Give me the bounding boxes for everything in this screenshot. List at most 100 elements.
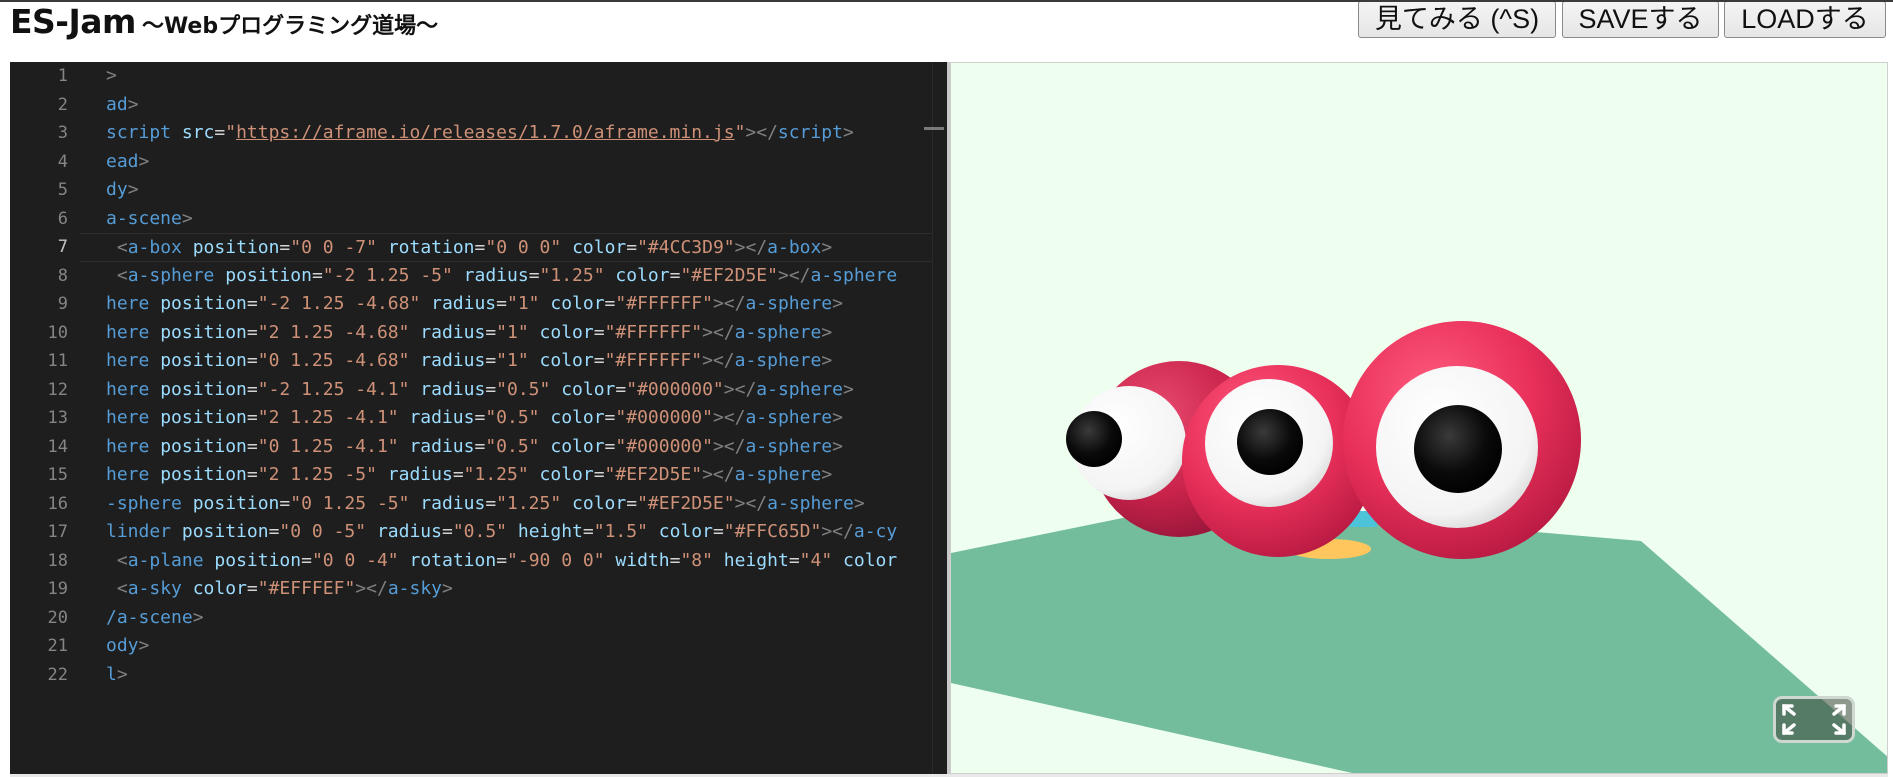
code-token: "#000000"	[626, 378, 724, 400]
code-token: >	[127, 179, 139, 200]
code-token: "#FFFFFF"	[615, 293, 713, 314]
code-token: >	[853, 492, 865, 514]
code-token: =	[246, 435, 258, 457]
code-token: "1"	[496, 321, 540, 343]
code-token: =	[246, 378, 258, 400]
code-token: =	[669, 549, 681, 571]
code-token: "#000000"	[615, 407, 713, 428]
code-line[interactable]: <a-sky color="#EFFFEF"></a-sky>	[106, 575, 453, 604]
code-token: a-sky	[387, 578, 442, 599]
eye-right-pupil	[1414, 405, 1502, 493]
code-token: >	[843, 378, 854, 400]
code-token: a-plane	[127, 549, 215, 571]
code-token: ></	[702, 464, 735, 485]
code-line[interactable]: a-scene>	[106, 205, 193, 234]
code-line[interactable]: here position="-2 1.25 -4.1" radius="0.5…	[106, 376, 854, 405]
line-number: 9	[57, 294, 68, 314]
code-token: color	[192, 578, 247, 599]
code-editor[interactable]: 1 2 3 4 5 6 7 8 9 10 11 12 13 14 15 16 17 18 19 20 21 22 > ad>…	[10, 62, 947, 774]
code-token: a-sphere	[767, 492, 854, 514]
code-line[interactable]: here position="2 1.25 -4.68" radius="1" …	[106, 319, 832, 348]
code-line[interactable]: ead>	[106, 148, 149, 177]
code-token: =	[712, 521, 724, 542]
code-token: >	[138, 635, 150, 656]
code-token: color	[843, 549, 898, 571]
code-token: "#EF2D5E"	[680, 264, 778, 286]
code-token: =	[214, 122, 226, 143]
code-token: ></	[745, 122, 778, 143]
code-token: a-sky	[127, 578, 193, 599]
code-line[interactable]: <a-sphere position="-2 1.25 -5" radius="…	[106, 262, 897, 291]
line-number: 19	[47, 579, 68, 599]
code-line[interactable]: -sphere position="0 1.25 -5" radius="1.2…	[106, 490, 865, 519]
code-line[interactable]: l>	[106, 661, 128, 690]
code-token: =	[604, 435, 616, 457]
code-line[interactable]: <a-box position="0 0 -7" rotation="0 0 0…	[80, 233, 947, 262]
code-token: =	[452, 464, 464, 485]
code-token: color	[572, 237, 627, 258]
code-token: /a-scene	[106, 606, 193, 628]
code-token: ></	[734, 492, 768, 514]
code-line[interactable]: /a-scene>	[106, 604, 204, 633]
code-token: >	[821, 464, 833, 485]
line-number: 10	[47, 322, 68, 343]
code-token: color	[539, 321, 594, 343]
code-line[interactable]: ody>	[106, 632, 149, 661]
code-token: height	[723, 549, 789, 571]
code-token: =	[593, 464, 605, 485]
code-line[interactable]: linder position="0 0 -5" radius="0.5" he…	[106, 518, 897, 547]
code-token: "1"	[507, 293, 551, 314]
code-line[interactable]: here position="2 1.25 -5" radius="1.25" …	[106, 461, 832, 490]
line-number: 2	[57, 94, 68, 115]
line-number: 7	[57, 237, 68, 257]
code-token: "0.5"	[452, 521, 518, 542]
code-token: radius	[409, 407, 475, 428]
editor-vertical-scrollbar[interactable]	[932, 62, 947, 774]
code-token: script	[777, 122, 843, 143]
code-line[interactable]: dy>	[106, 176, 139, 205]
code-token: "2 1.25 -5"	[257, 464, 388, 485]
code-token: =	[246, 293, 258, 314]
code-token: =	[593, 350, 605, 371]
code-token: ad	[106, 93, 128, 115]
code-token: "-90 0 0"	[507, 549, 616, 571]
line-number: 17	[47, 522, 68, 542]
sphere-right	[1343, 321, 1581, 559]
code-token: =	[788, 549, 800, 571]
code-line[interactable]: here position="0 1.25 -4.68" radius="1" …	[106, 347, 832, 376]
load-button[interactable]: LOADする	[1724, 1, 1886, 38]
code-token: here	[106, 350, 161, 371]
view-button[interactable]: 見てみる (^S)	[1358, 1, 1556, 38]
top-border	[0, 0, 1893, 2]
code-line[interactable]: <a-plane position="0 0 -4" rotation="-90…	[106, 547, 897, 576]
code-token: a-box	[127, 237, 193, 258]
code-token: here	[106, 464, 161, 485]
code-token: =	[246, 407, 258, 428]
code-token: position	[160, 350, 247, 371]
fullscreen-button[interactable]	[1773, 696, 1855, 743]
code-line[interactable]: here position="2 1.25 -4.1" radius="0.5"…	[106, 404, 843, 433]
preview-viewport[interactable]	[950, 62, 1888, 774]
code-token: =	[268, 521, 280, 542]
code-token: ></	[723, 378, 757, 400]
code-token: >	[842, 122, 854, 143]
code-line[interactable]: >	[106, 62, 117, 91]
line-number: 4	[57, 151, 68, 172]
line-number: 15	[47, 465, 68, 485]
code-token: =	[593, 321, 605, 343]
code-token: position	[181, 521, 269, 542]
code-line[interactable]: script src="https://aframe.io/releases/1…	[106, 119, 854, 148]
scene-render[interactable]	[951, 63, 1888, 774]
code-line[interactable]: here position="0 1.25 -4.1" radius="0.5"…	[106, 433, 843, 462]
code-token: >	[116, 663, 128, 685]
save-button[interactable]: SAVEする	[1562, 1, 1719, 38]
code-token: >	[821, 237, 833, 258]
code-line[interactable]: here position="-2 1.25 -4.68" radius="1"…	[106, 290, 843, 319]
code-token: a-sphere	[734, 321, 822, 343]
code-token: >	[832, 293, 843, 314]
code-token: =	[626, 237, 638, 258]
app-header: ES-Jam ～Webプログラミング道場～ 見てみる (^S) SAVEする LO…	[0, 0, 1893, 62]
code-token: ></	[355, 578, 388, 599]
code-line[interactable]: ad>	[106, 91, 139, 120]
